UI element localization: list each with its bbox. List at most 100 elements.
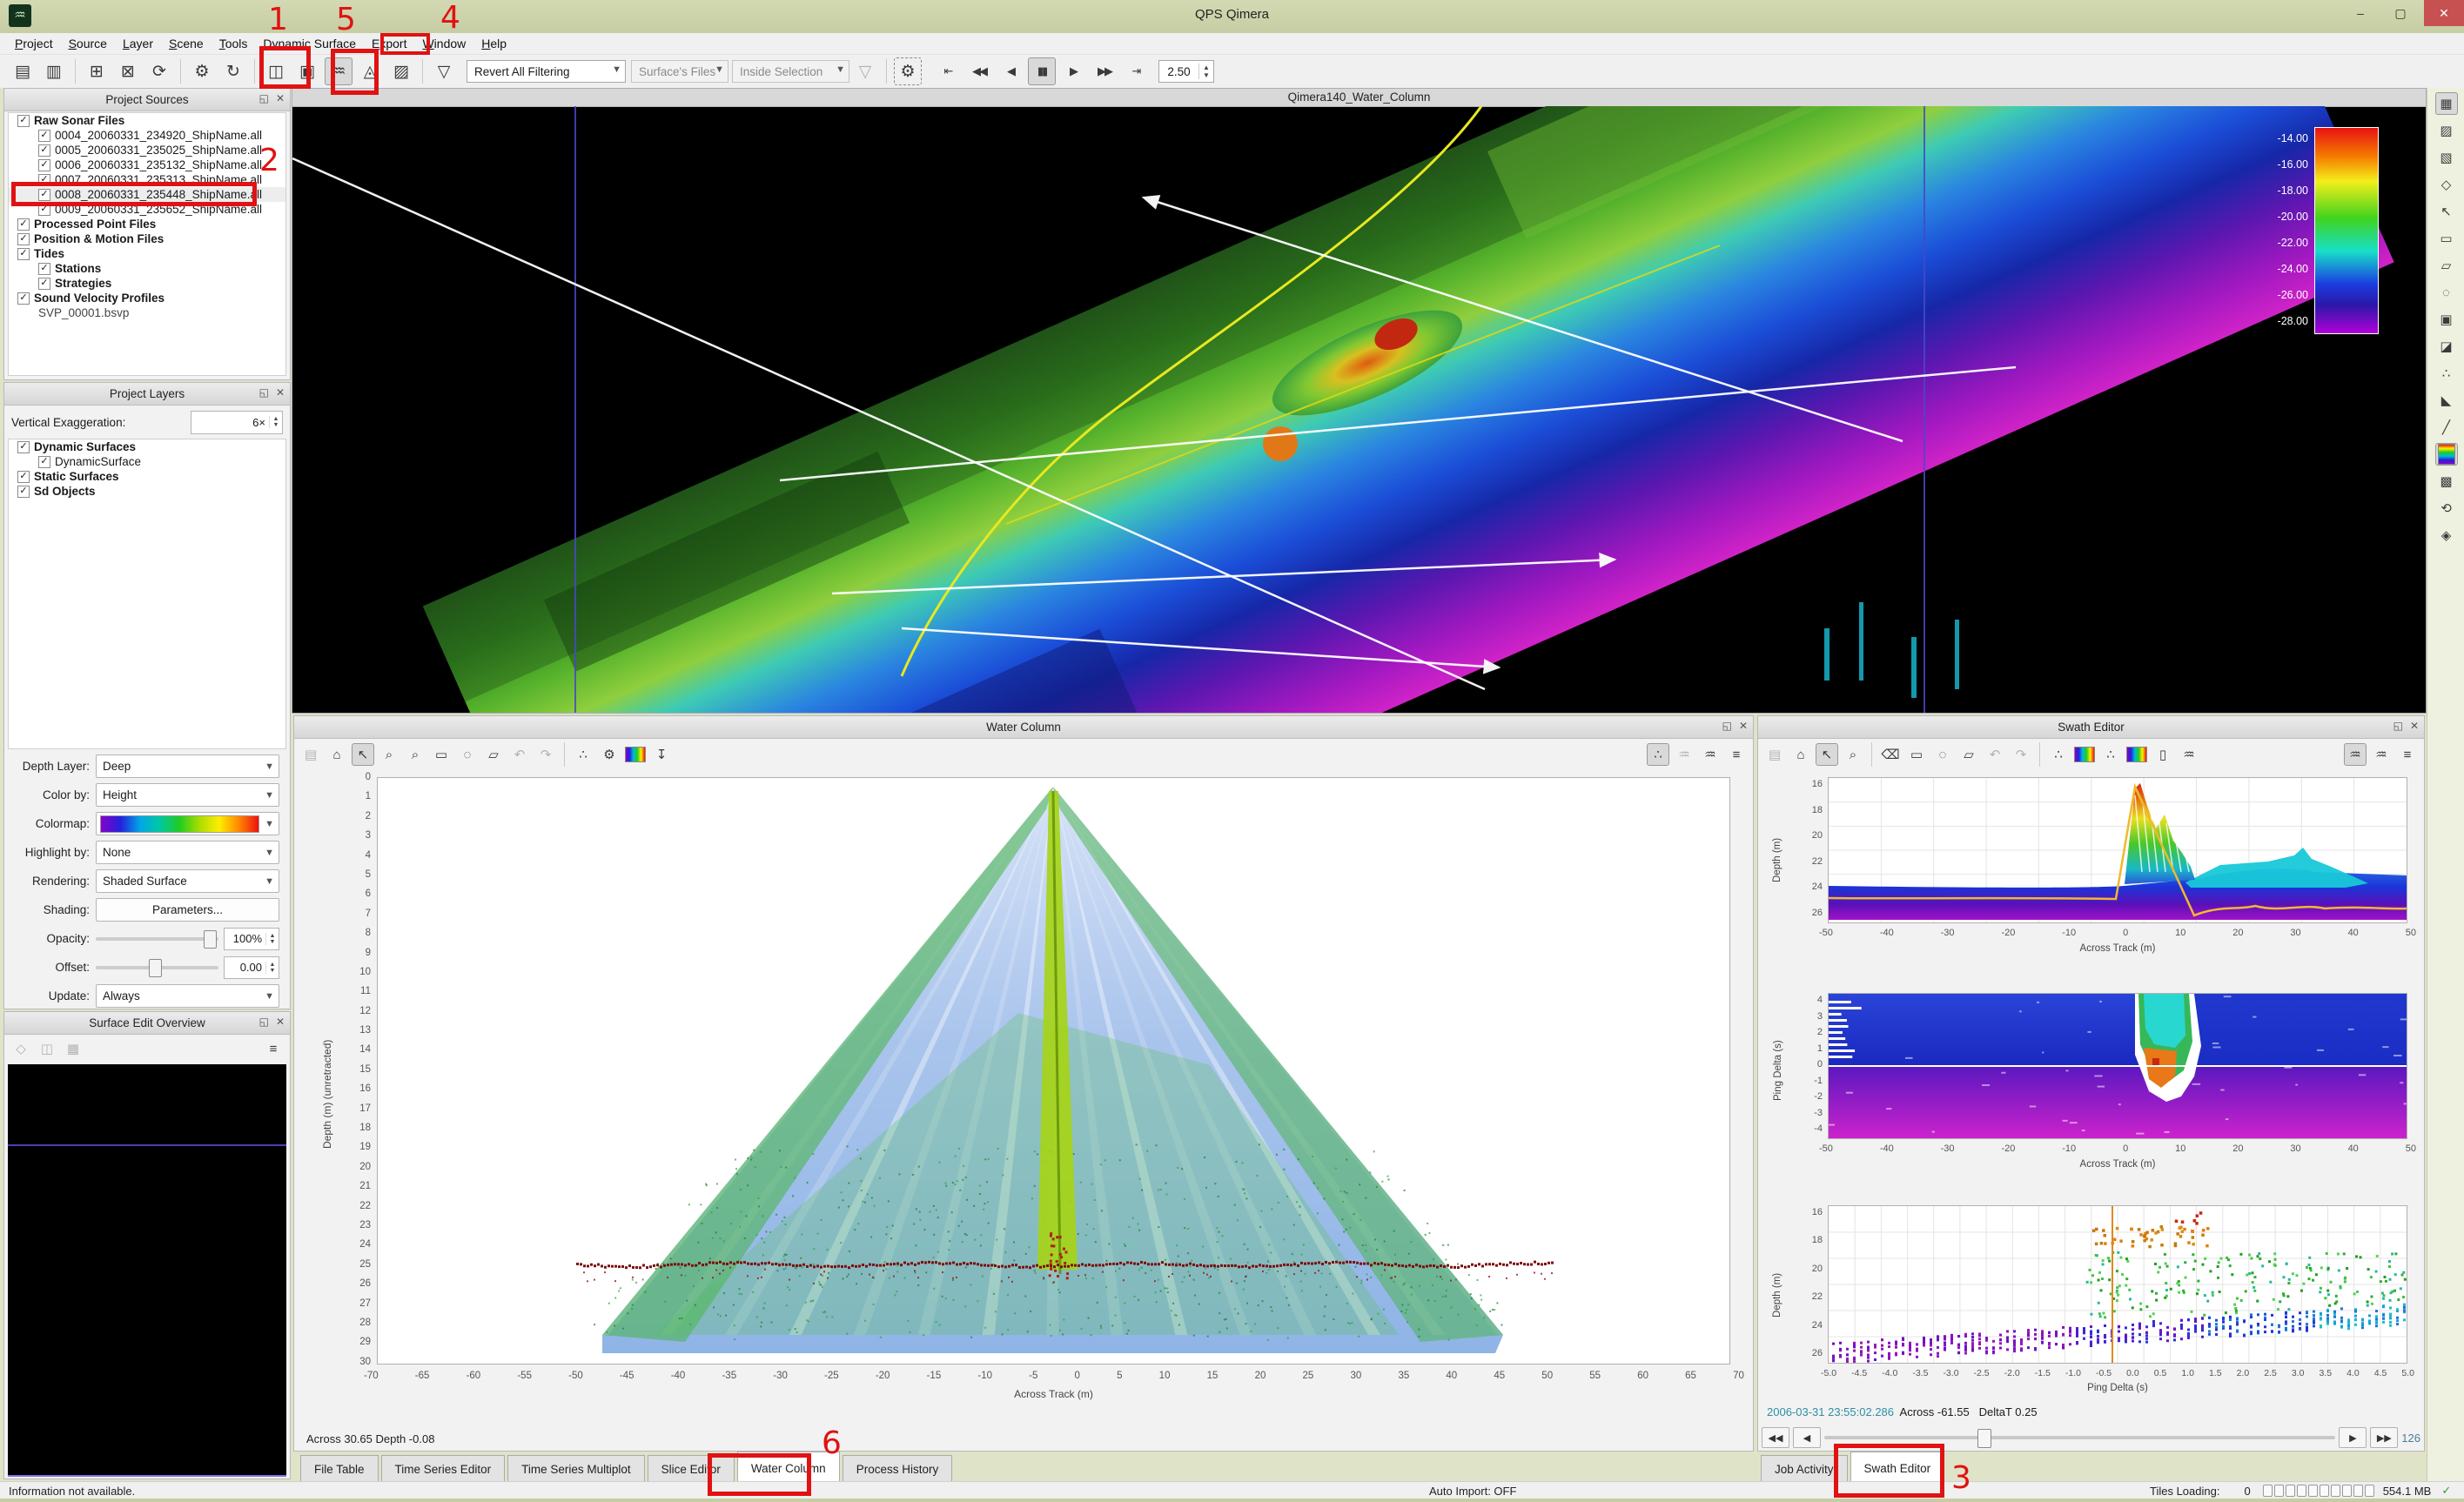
offset-spinner[interactable]: 0.00▲▼ <box>224 956 279 979</box>
checkbox[interactable]: ✓ <box>38 144 50 157</box>
close-panel-icon[interactable]: ✕ <box>2410 720 2419 732</box>
pause-button[interactable]: ▮▮ <box>1028 57 1056 85</box>
surface-edit-overview-viewport[interactable] <box>8 1064 286 1475</box>
export-beam-icon[interactable]: ↧ <box>650 743 673 766</box>
checkbox[interactable]: ✓ <box>17 115 30 127</box>
tab-time-series-editor[interactable]: Time Series Editor <box>381 1455 506 1483</box>
panel-menu-icon[interactable]: ≡ <box>1725 743 1748 766</box>
surface-spline-filter-icon[interactable]: ▨ <box>387 57 415 85</box>
dynamic-surface-options-icon[interactable]: ⚙ <box>894 57 922 85</box>
undo-icon[interactable]: ↶ <box>1984 743 2006 766</box>
eraser-icon[interactable]: ⌫ <box>1879 743 1902 766</box>
save-icon[interactable]: ▤ <box>299 743 322 766</box>
rotate-view-icon[interactable]: ⟲ <box>2435 497 2458 520</box>
ping-slider-thumb[interactable] <box>1977 1429 1991 1448</box>
panel-menu-icon[interactable]: ≡ <box>262 1037 285 1060</box>
tile-view-icon[interactable]: ▦ <box>62 1037 84 1060</box>
scatter-slice-icon[interactable]: ∴ <box>2435 362 2458 385</box>
filter-funnel-icon[interactable]: ▽ <box>430 57 458 85</box>
checkbox[interactable]: ✓ <box>38 130 50 142</box>
minimize-button[interactable]: – <box>2340 0 2380 26</box>
fast-forward-button[interactable]: ▶▶ <box>1091 57 1118 85</box>
swath-plot-across-depth[interactable] <box>1828 777 2407 923</box>
update-dropdown[interactable]: Always▼ <box>96 984 279 1008</box>
colormap-b-icon[interactable] <box>2125 743 2148 766</box>
colormap-a-icon[interactable] <box>2073 743 2096 766</box>
vertical-exaggeration-spinner[interactable]: 6× ▲▼ <box>191 411 283 434</box>
export-xyz-icon[interactable]: ⊠ <box>114 57 142 85</box>
menu-source[interactable]: Source <box>61 34 115 53</box>
tree-item[interactable]: ✓Stations <box>9 261 285 276</box>
play-button[interactable]: ▶ <box>1059 57 1087 85</box>
home-icon[interactable]: ⌂ <box>1789 743 1812 766</box>
select-cursor-icon[interactable]: ↖ <box>1816 743 1838 766</box>
beam-pattern-icon[interactable]: ♒ <box>2178 743 2200 766</box>
opacity-spinner[interactable]: 100%▲▼ <box>224 928 279 950</box>
swath-plot-pingdelta-depth[interactable] <box>1828 1205 2407 1364</box>
step-back-button[interactable]: ◀ <box>997 57 1024 85</box>
grid-view-icon[interactable]: ▦ <box>2435 92 2458 115</box>
redo-icon[interactable]: ↷ <box>2010 743 2032 766</box>
close-panel-icon[interactable]: ✕ <box>276 386 285 399</box>
checkbox[interactable]: ✓ <box>17 486 30 498</box>
color-by-dropdown[interactable]: Height▼ <box>96 783 279 807</box>
swath-plot-across-pingdelta[interactable] <box>1828 993 2407 1139</box>
grid-3d-icon[interactable]: ▩ <box>2435 470 2458 493</box>
tree-item[interactable]: ✓Sd Objects <box>9 484 285 499</box>
reject-points-icon[interactable]: ∴ <box>2099 743 2122 766</box>
highlight-by-dropdown[interactable]: None▼ <box>96 841 279 864</box>
split-view-icon[interactable]: ◫ <box>36 1037 58 1060</box>
maximize-button[interactable]: ▢ <box>2380 0 2420 26</box>
checkbox[interactable]: ✓ <box>17 292 30 305</box>
frame-icon[interactable]: ▯ <box>2152 743 2174 766</box>
zoom-in-icon[interactable]: ⌕ <box>404 743 426 766</box>
depth-layer-dropdown[interactable]: Deep▼ <box>96 754 279 778</box>
playback-speed-spinner[interactable]: 2.50▲▼ <box>1158 60 1214 83</box>
save-icon[interactable]: ▤ <box>1763 743 1786 766</box>
shading-parameters-button[interactable]: Parameters... <box>96 898 279 922</box>
checkbox[interactable]: ✓ <box>38 263 50 275</box>
ping-last-button[interactable]: ▶▶ <box>2370 1427 2398 1448</box>
tab-file-table[interactable]: File Table <box>300 1455 379 1483</box>
tab-process-history[interactable]: Process History <box>843 1455 953 1483</box>
scene-view[interactable]: Qimera140_Water_Column <box>292 88 2427 714</box>
refresh-icon[interactable]: ↻ <box>219 57 247 85</box>
polygon-select-icon[interactable]: ▱ <box>482 743 505 766</box>
float-panel-icon[interactable]: ◱ <box>1722 720 1732 732</box>
float-panel-icon[interactable]: ◱ <box>259 386 269 399</box>
surface-files-dropdown[interactable]: Surface's Files▼ <box>631 60 728 83</box>
lasso-select-icon[interactable]: ◌ <box>1931 743 1954 766</box>
tree-item[interactable]: ✓Processed Point Files <box>9 217 285 231</box>
checkbox[interactable]: ✓ <box>17 218 30 231</box>
colorbar-toggle-icon[interactable] <box>2435 443 2458 466</box>
home-icon[interactable]: ⌂ <box>326 743 348 766</box>
menu-scene[interactable]: Scene <box>161 34 211 53</box>
zoom-extents-icon[interactable]: ▧ <box>2435 146 2458 169</box>
undo-icon[interactable]: ↶ <box>508 743 531 766</box>
skip-start-button[interactable]: ⇤ <box>934 57 962 85</box>
rect-select-icon[interactable]: ▭ <box>430 743 453 766</box>
redo-icon[interactable]: ↷ <box>534 743 557 766</box>
float-panel-icon[interactable]: ◱ <box>259 1016 269 1028</box>
tree-item[interactable]: ✓Tides <box>9 246 285 261</box>
rect-select-icon[interactable]: ▭ <box>1905 743 1928 766</box>
ruler-icon[interactable]: ╱ <box>2435 416 2458 439</box>
processing-settings-icon[interactable]: ⚙ <box>188 57 216 85</box>
ping-next-button[interactable]: ▶ <box>2339 1427 2367 1448</box>
water-column-plot[interactable] <box>377 777 1730 1365</box>
tree-item[interactable]: ✓Raw Sonar Files <box>9 113 285 128</box>
tree-item[interactable]: ✓Position & Motion Files <box>9 231 285 246</box>
reset-3d-icon[interactable]: ◇ <box>10 1037 32 1060</box>
ping-prev-button[interactable]: ◀ <box>1793 1427 1821 1448</box>
profile-chart-icon[interactable]: ◣ <box>2435 389 2458 412</box>
colormap-select-icon[interactable] <box>624 743 647 766</box>
menu-tools[interactable]: Tools <box>211 34 256 53</box>
slice-box-icon[interactable]: ▣ <box>2435 308 2458 331</box>
offset-slider[interactable] <box>96 966 218 969</box>
colormap-dropdown[interactable]: ▼ <box>96 812 279 835</box>
add-raw-sonar-files-icon[interactable]: ▤ <box>9 57 37 85</box>
ping-first-button[interactable]: ◀◀ <box>1762 1427 1789 1448</box>
scene-view-tab[interactable]: Qimera140_Water_Column <box>292 89 2426 107</box>
tree-item[interactable]: ✓0005_20060331_235025_ShipName.all <box>9 143 285 158</box>
close-panel-icon[interactable]: ✕ <box>276 92 285 104</box>
